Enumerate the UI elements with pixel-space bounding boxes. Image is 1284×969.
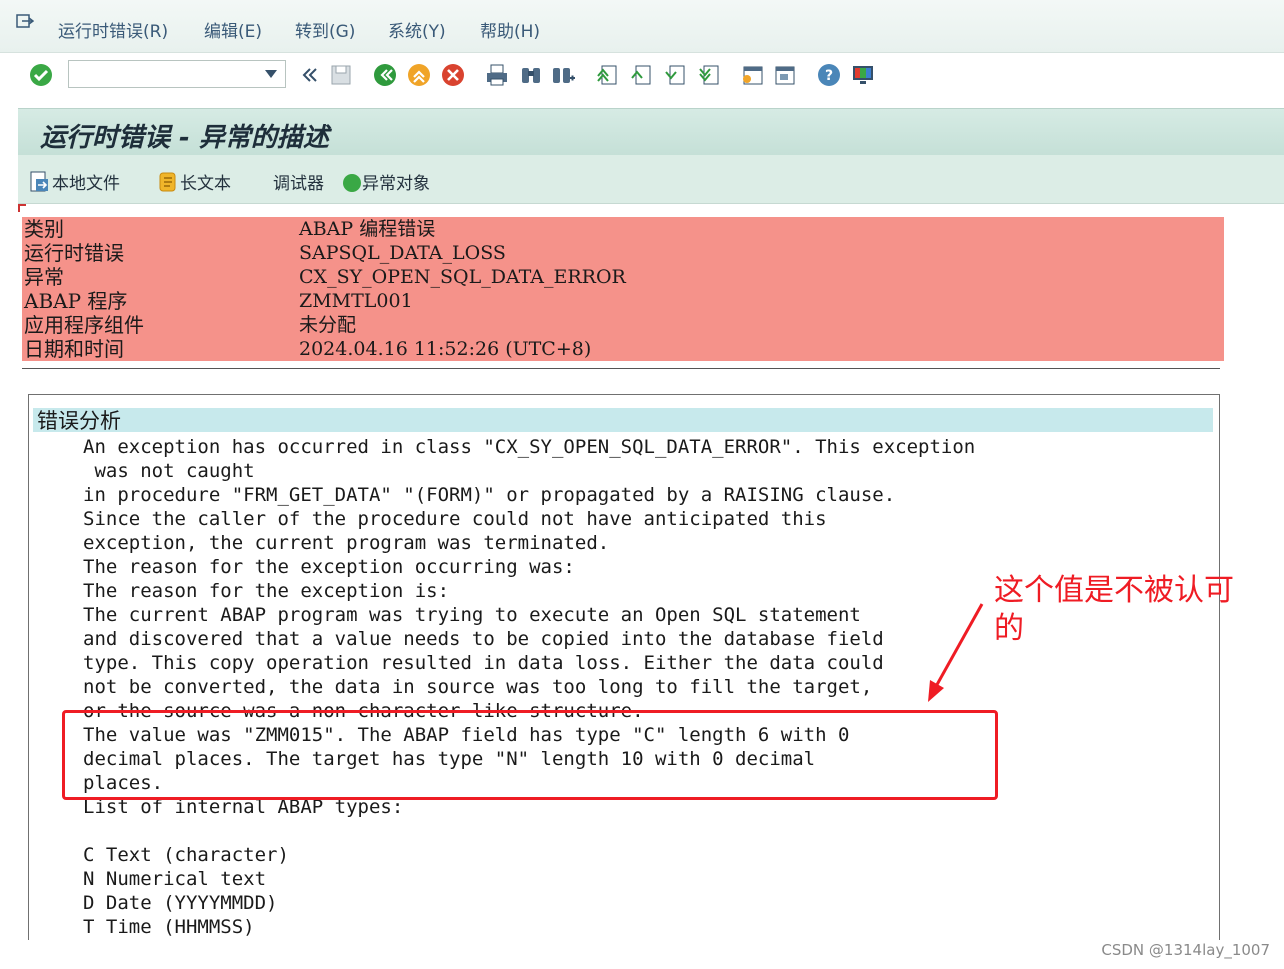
analysis-line: not be converted, the data in source was… [83,676,873,698]
info-value: 2024.04.16 11:52:26 (UTC+8) [299,338,592,360]
analysis-line: T Time (HHMMSS) [83,916,255,938]
analysis-line: Since the caller of the procedure could … [83,508,827,530]
annotation-text: 这个值是不被认可的 [994,573,1234,646]
analysis-line: D Date (YYYYMMDD) [83,892,278,914]
info-value: 未分配 [299,314,357,336]
analysis-line: type. This copy operation resulted in da… [83,652,884,674]
analysis-line: was not caught [83,460,255,482]
scroll-icon [159,172,176,192]
long-text-button[interactable]: 长文本 [156,169,231,194]
cancel-icon[interactable] [440,62,466,88]
local-file-button[interactable]: 本地文件 [28,169,120,194]
print-icon[interactable] [484,62,510,88]
first-page-icon[interactable] [594,62,620,88]
analysis-line: N Numerical text [83,868,267,890]
analysis-line: C Text (character) [83,844,289,866]
menu-edit[interactable]: 编辑(E) [204,17,262,42]
previous-page-icon[interactable] [628,62,654,88]
local-file-label: 本地文件 [52,174,120,194]
find-icon[interactable] [518,62,544,88]
error-analysis-header: 错误分析 [33,408,1213,433]
info-value: ABAP 编程错误 [299,218,436,240]
menu-goto[interactable]: 转到(G) [295,17,355,42]
new-session-icon[interactable] [740,62,766,88]
analysis-line: The reason for the exception occurring w… [83,556,575,578]
analysis-line: in procedure "FRM_GET_DATA" "(FORM)" or … [83,484,896,506]
back-icon[interactable] [372,62,398,88]
menu-system[interactable]: 系统(Y) [388,17,446,42]
create-shortcut-icon[interactable] [772,62,798,88]
long-text-label: 长文本 [180,174,231,194]
info-label: 类别 [24,217,64,241]
info-row-exception: 异常 CX_SY_OPEN_SQL_DATA_ERROR [22,265,1224,289]
analysis-line: exception, the current program was termi… [83,532,610,554]
info-row-runtime-error: 运行时错误 SAPSQL_DATA_LOSS [22,241,1224,265]
green-circle-icon [343,174,361,192]
exit-icon[interactable] [406,62,432,88]
error-analysis-panel[interactable]: 错误分析 An exception has occurred in class … [28,394,1220,940]
exception-object-button[interactable]: 异常对象 [342,169,430,194]
command-field[interactable] [68,60,286,88]
error-header-table: 类别 ABAP 编程错误 运行时错误 SAPSQL_DATA_LOSS 异常 C… [22,217,1224,361]
local-file-icon [30,171,48,192]
info-value: SAPSQL_DATA_LOSS [299,242,506,264]
info-value: ZMMTL001 [299,290,413,312]
analysis-line: The current ABAP program was trying to e… [83,604,861,626]
info-value: CX_SY_OPEN_SQL_DATA_ERROR [299,266,626,288]
analysis-line: An exception has occurred in class "CX_S… [83,436,976,458]
info-label: 日期和时间 [24,337,124,361]
title-bar: 运行时错误 - 异常的描述 [18,108,1284,155]
corner-marker [18,204,26,212]
info-row-datetime: 日期和时间 2024.04.16 11:52:26 (UTC+8) [22,337,1224,361]
back-arrows-icon[interactable] [296,62,322,88]
info-row-category: 类别 ABAP 编程错误 [22,217,1224,241]
highlight-box [62,710,998,800]
debugger-button[interactable]: 调试器 [273,169,324,194]
layout-icon[interactable] [850,62,876,88]
help-icon[interactable]: ? [816,62,842,88]
divider [22,368,1220,369]
menu-runtime-error[interactable]: 运行时错误(R) [58,17,168,42]
svg-text:?: ? [825,68,833,84]
watermark: CSDN @1314lay_1007 [1101,941,1270,959]
application-toolbar: 本地文件 长文本 调试器 异常对象 [18,155,1284,204]
info-row-component: 应用程序组件 未分配 [22,313,1224,337]
info-row-program: ABAP 程序 ZMMTL001 [22,289,1224,313]
enter-icon[interactable] [28,62,54,88]
error-analysis-title: 错误分析 [37,409,121,433]
find-next-icon[interactable] [550,62,576,88]
analysis-line: The reason for the exception is: [83,580,450,602]
menu-help[interactable]: 帮助(H) [480,17,540,42]
exception-object-label: 异常对象 [362,174,430,194]
menu-icon[interactable] [16,14,34,30]
info-label: 应用程序组件 [24,313,144,337]
next-page-icon[interactable] [662,62,688,88]
annotation-arrow-icon [928,603,984,702]
last-page-icon[interactable] [696,62,722,88]
chevron-down-icon[interactable] [265,70,277,78]
save-icon[interactable] [328,62,354,88]
info-label: 运行时错误 [24,241,124,265]
analysis-line: and discovered that a value needs to be … [83,628,884,650]
info-label: 异常 [24,265,64,289]
page-title: 运行时错误 - 异常的描述 [40,123,329,153]
info-label: ABAP 程序 [24,289,128,313]
menu-bar: 运行时错误(R) 编辑(E) 转到(G) 系统(Y) 帮助(H) [0,0,1284,53]
